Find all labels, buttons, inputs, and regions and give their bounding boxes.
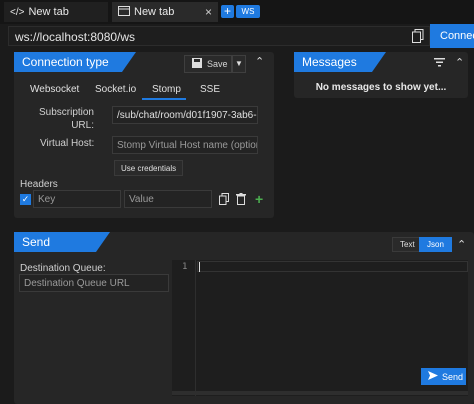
caret-down-icon: ▼: [235, 59, 243, 68]
save-button[interactable]: Save: [184, 55, 232, 73]
send-label: Send: [442, 371, 464, 382]
filter-icon[interactable]: [434, 58, 445, 70]
json-mode-button[interactable]: Json: [419, 237, 452, 252]
destination-queue-input[interactable]: Destination Queue URL: [19, 274, 169, 292]
editor-gutter: [172, 260, 196, 396]
tab-icon: [118, 5, 130, 19]
delete-header-icon[interactable]: [236, 193, 246, 208]
tab-2[interactable]: New tab ×: [112, 2, 218, 22]
virtual-host-input[interactable]: Stomp Virtual Host name (option: [112, 136, 258, 154]
url-input[interactable]: ws://localhost:8080/ws: [8, 26, 430, 46]
subscription-url-input[interactable]: /sub/chat/room/d01f1907-3ab6-...: [112, 106, 258, 124]
tab-websocket[interactable]: Websocket: [30, 84, 79, 95]
editor-line-number: 1: [182, 262, 188, 272]
tab-stomp-underline: [142, 98, 186, 100]
no-messages-text: No messages to show yet...: [315, 82, 447, 93]
copy-url-icon[interactable]: [412, 29, 424, 43]
header-enabled-checkbox[interactable]: ✓: [20, 194, 31, 205]
collapse-messages-icon[interactable]: ⌃: [455, 56, 464, 69]
subscription-url-label: Subscription URL:: [38, 107, 94, 131]
tab-2-label: New tab: [134, 6, 175, 18]
floppy-icon: [192, 57, 202, 71]
header-value-input[interactable]: Value: [124, 190, 212, 208]
collapse-send-icon[interactable]: ⌃: [457, 238, 466, 251]
messages-panel-title: Messages: [294, 52, 386, 72]
editor-cursor: [199, 262, 200, 272]
add-tab-button[interactable]: +: [221, 5, 234, 18]
send-icon: [428, 371, 438, 382]
ws-button[interactable]: WS: [236, 5, 260, 18]
send-button[interactable]: Send: [421, 368, 466, 385]
editor-scrollbar[interactable]: [172, 391, 468, 395]
connection-panel-title: Connection type: [14, 52, 136, 72]
tab-sse[interactable]: SSE: [200, 84, 220, 95]
save-options-button[interactable]: ▼: [232, 55, 246, 73]
header-key-input[interactable]: Key: [33, 190, 121, 208]
copy-header-icon[interactable]: [219, 193, 229, 208]
code-icon: </>: [10, 6, 25, 18]
tab-socketio[interactable]: Socket.io: [95, 84, 136, 95]
send-panel-title: Send: [14, 232, 110, 252]
virtual-host-label: Virtual Host:: [40, 138, 95, 149]
editor-active-line: [197, 261, 468, 272]
add-header-icon[interactable]: +: [255, 191, 263, 207]
tab-1-label: New tab: [28, 6, 69, 18]
connect-button[interactable]: Connect: [430, 24, 474, 48]
tab-close-icon[interactable]: ×: [205, 5, 212, 19]
save-label: Save: [207, 59, 228, 69]
use-credentials-button[interactable]: Use credentials: [114, 160, 184, 176]
tab-stomp[interactable]: Stomp: [152, 84, 181, 95]
tab-1[interactable]: </> New tab: [4, 2, 108, 22]
destination-queue-label: Destination Queue:: [20, 263, 106, 274]
collapse-connection-icon[interactable]: ⌃: [255, 55, 264, 68]
headers-label: Headers: [20, 179, 58, 190]
